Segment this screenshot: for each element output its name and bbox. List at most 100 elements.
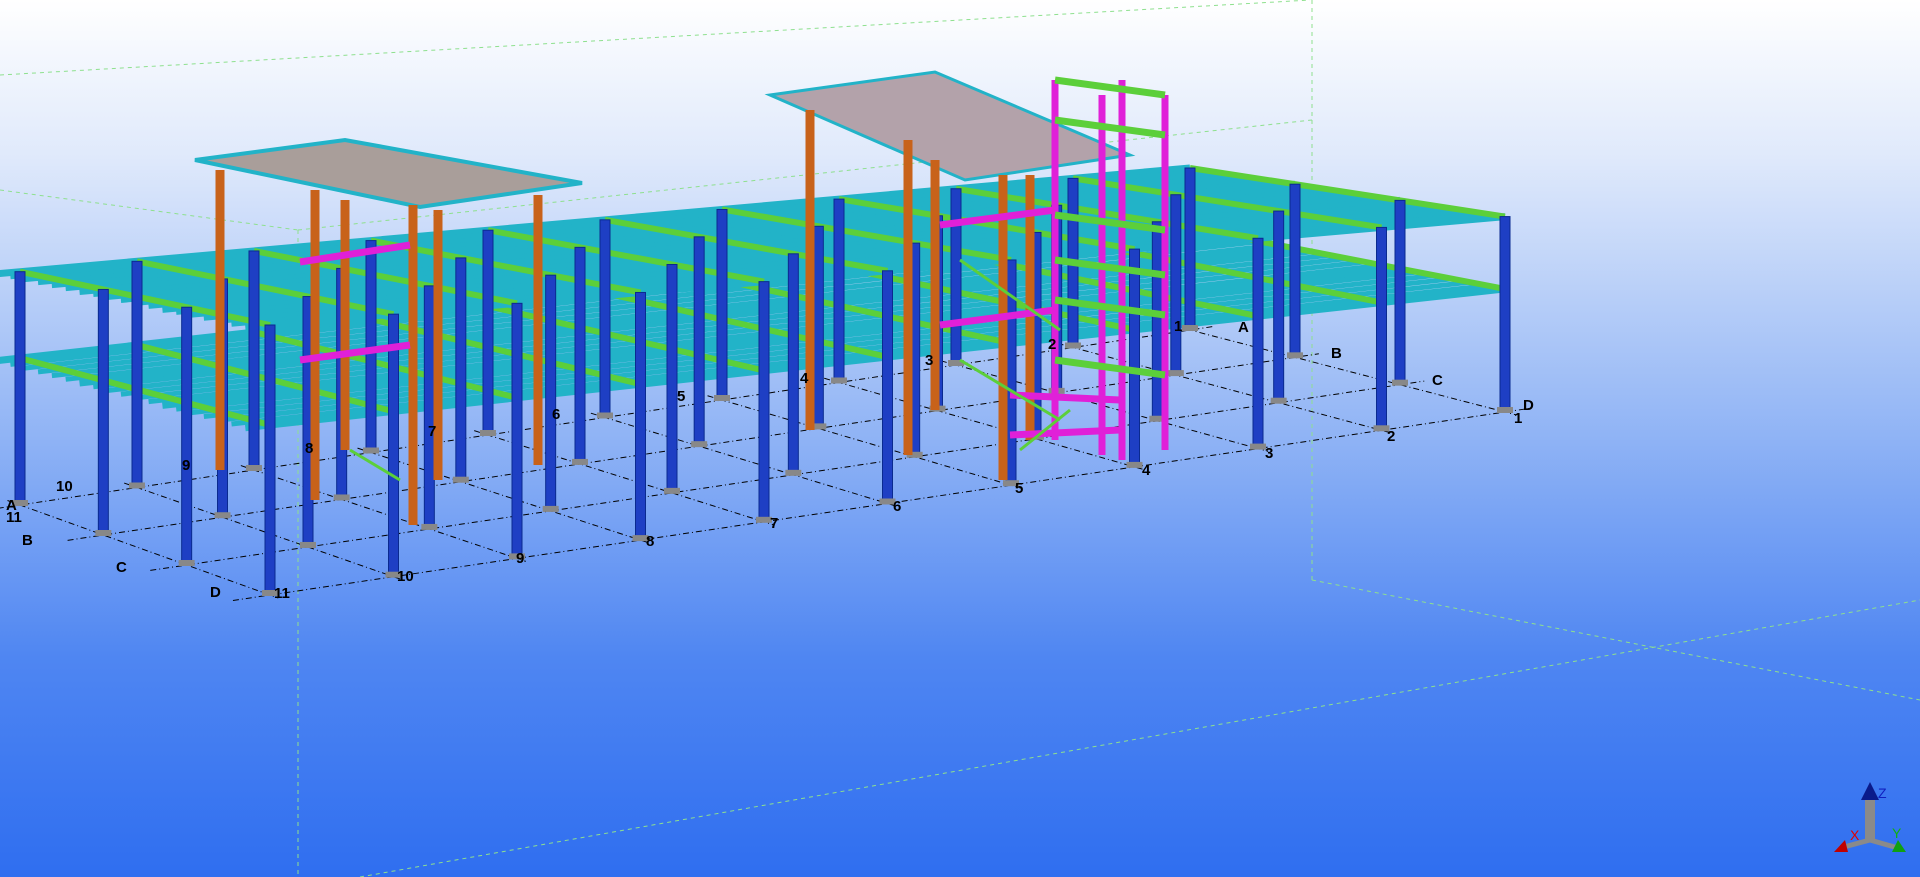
- grid-label-number: 1: [1514, 410, 1522, 427]
- column[interactable]: [131, 260, 143, 488]
- base-plate: [785, 469, 802, 476]
- column[interactable]: [599, 219, 611, 418]
- column[interactable]: [1252, 237, 1264, 450]
- column[interactable]: [388, 313, 399, 578]
- column[interactable]: [1376, 226, 1387, 431]
- base-plate: [178, 560, 195, 566]
- y-axis-label: Y: [1892, 825, 1902, 841]
- grid-label-number: 9: [516, 550, 524, 567]
- column[interactable]: [950, 188, 962, 366]
- column[interactable]: [882, 270, 893, 504]
- grid-label-number: 7: [770, 515, 778, 532]
- base-plate: [480, 430, 496, 436]
- column[interactable]: [1289, 183, 1301, 358]
- x-axis-label: X: [1850, 827, 1860, 843]
- base-plate: [214, 512, 231, 519]
- model-viewport[interactable]: 11 10 9 8 7 6 5 4 3 2 1 11 10 9 8 7 6 5 4 3 2 1 A B C D A B C D Z X Y: [0, 0, 1920, 877]
- grid-line: [124, 482, 403, 581]
- grid-label-letter: B: [1331, 345, 1342, 362]
- column[interactable]: [574, 246, 586, 465]
- base-plate: [691, 441, 708, 448]
- coordinate-axis-icon: Z X Y: [1834, 782, 1906, 852]
- base-plate: [452, 476, 469, 483]
- grid-label-number: 1: [1174, 318, 1182, 335]
- base-plate: [572, 458, 588, 465]
- base-plate: [95, 530, 112, 536]
- grid-label-number: 8: [305, 440, 313, 457]
- base-plate: [542, 505, 559, 512]
- base-plate: [1065, 342, 1081, 349]
- column[interactable]: [787, 253, 799, 476]
- column[interactable]: [97, 288, 109, 536]
- base-plate: [831, 377, 847, 384]
- column[interactable]: [1273, 210, 1285, 404]
- grid-label-number: 6: [893, 498, 901, 515]
- grid-line: [357, 447, 650, 544]
- grid-label-number: 3: [925, 352, 933, 369]
- column[interactable]: [264, 324, 276, 596]
- column[interactable]: [666, 263, 678, 494]
- roof-deck-left[interactable]: [194, 137, 583, 210]
- base-plate: [421, 523, 438, 530]
- column[interactable]: [1170, 194, 1182, 376]
- column[interactable]: [833, 198, 845, 383]
- column[interactable]: [1184, 167, 1196, 331]
- column[interactable]: [181, 306, 193, 566]
- base-plate: [1392, 379, 1408, 386]
- base-plate: [1497, 407, 1513, 413]
- column[interactable]: [812, 225, 824, 429]
- base-plate: [1270, 397, 1287, 404]
- grid-label-letter: B: [22, 532, 33, 549]
- base-plate: [300, 541, 316, 548]
- grid-label-number: 10: [56, 478, 73, 495]
- grid-label-number: 3: [1265, 445, 1273, 462]
- column[interactable]: [716, 208, 728, 401]
- column[interactable]: [511, 302, 523, 559]
- base-plate: [129, 482, 145, 489]
- grid-line: [240, 465, 526, 562]
- grid-line: [1174, 325, 1516, 416]
- column[interactable]: [482, 229, 494, 436]
- grid-label-letter: C: [116, 559, 127, 576]
- column[interactable]: [423, 285, 435, 530]
- grid-label-number: 4: [800, 370, 809, 387]
- grid-label-number: 5: [677, 388, 685, 405]
- column[interactable]: [1151, 221, 1163, 422]
- base-plate: [1126, 461, 1143, 468]
- column[interactable]: [758, 281, 770, 523]
- grid-label-letter: D: [1523, 397, 1534, 414]
- x-axis-arrow: [1834, 840, 1848, 852]
- grid-label-number: 2: [1048, 336, 1056, 353]
- column[interactable]: [14, 271, 26, 506]
- grid-label-number: 10: [397, 568, 414, 585]
- grid-label-letter: A: [1238, 319, 1249, 336]
- column[interactable]: [1394, 199, 1406, 386]
- grid-label-letter: C: [1432, 372, 1443, 389]
- z-axis-label: Z: [1878, 785, 1887, 801]
- column[interactable]: [248, 250, 260, 471]
- base-plate: [333, 494, 350, 501]
- 3d-model-scene[interactable]: 11109876543211110987654321ABCDABCD Z X Y: [0, 0, 1920, 877]
- column[interactable]: [635, 291, 646, 541]
- grid-label-number: 8: [646, 533, 654, 550]
- column[interactable]: [545, 274, 557, 512]
- column[interactable]: [1129, 248, 1140, 468]
- column[interactable]: [455, 257, 467, 483]
- z-axis-arrow: [1861, 782, 1879, 800]
- grid-label-number: 11: [274, 585, 290, 602]
- base-plate: [363, 447, 379, 454]
- base-plate: [714, 395, 730, 401]
- grid-label-number: 4: [1142, 462, 1151, 479]
- base-plate: [1287, 352, 1303, 359]
- base-plate: [664, 487, 680, 494]
- grid-label-number: 6: [552, 406, 560, 423]
- base-plate: [1250, 443, 1266, 450]
- grid-line: [707, 395, 1021, 489]
- grid-label-number: 5: [1015, 480, 1023, 497]
- column[interactable]: [693, 236, 705, 447]
- column[interactable]: [1499, 216, 1511, 413]
- grid-label-number: 7: [428, 423, 436, 440]
- grid-label-letter: A: [6, 497, 17, 514]
- base-plate: [597, 412, 613, 419]
- base-plate: [1167, 370, 1184, 377]
